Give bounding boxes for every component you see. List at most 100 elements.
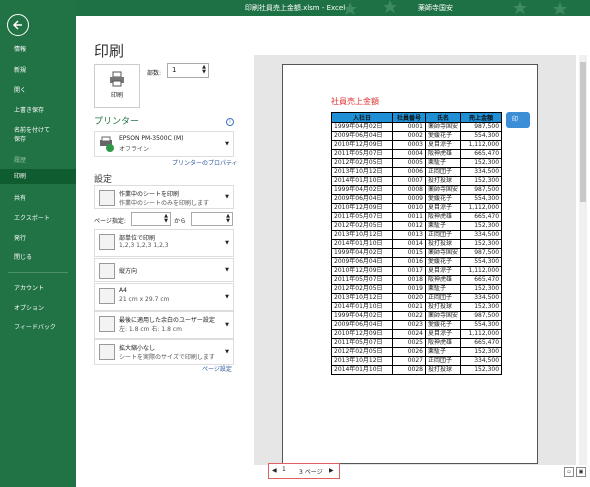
column-header: 社員番号 bbox=[392, 112, 426, 123]
table-cell: 1,112,000 bbox=[460, 329, 503, 339]
table-cell: 152,300 bbox=[460, 347, 503, 357]
menu-options[interactable]: オプション bbox=[0, 304, 76, 313]
page-from-input[interactable]: ▲ ▼ bbox=[131, 212, 171, 226]
printer-properties-link[interactable]: プリンターのプロパティ bbox=[172, 158, 238, 167]
scaling-dropdown[interactable]: 拡大縮小なし シートを実際のサイズで印刷します ▼ bbox=[94, 339, 234, 365]
table-row: 2012年02月05日 0005 栗駈子 152,300 bbox=[331, 158, 503, 168]
back-arrow-icon bbox=[12, 20, 22, 30]
table-cell: 2009年06月04日 bbox=[331, 194, 393, 204]
printer-icon bbox=[110, 71, 124, 87]
table-cell: 554,300 bbox=[460, 131, 503, 141]
menu-open[interactable]: 開く bbox=[0, 86, 76, 95]
printer-dropdown[interactable]: EPSON PM-3500C (M) オフライン ▼ bbox=[94, 131, 234, 157]
table-cell: 0020 bbox=[392, 293, 426, 303]
scrollbar-thumb[interactable] bbox=[580, 62, 586, 202]
page-to-input[interactable]: ▲ ▼ bbox=[191, 212, 233, 226]
table-cell: 0024 bbox=[392, 329, 426, 339]
next-page-icon[interactable]: ▶ bbox=[329, 467, 334, 474]
copies-input[interactable]: 1 ▲ ▼ bbox=[167, 63, 209, 78]
menu-print[interactable]: 印刷 bbox=[0, 169, 76, 184]
table-cell: 投打投球 bbox=[424, 176, 462, 186]
table-cell: 栗駈子 bbox=[424, 284, 462, 294]
menu-close[interactable]: 閉じる bbox=[0, 253, 76, 262]
table-row: 2014年01月10日 0007 投打投球 152,300 bbox=[331, 176, 503, 186]
table-body: 1999年04月02日 0001 薬師寺国安 987,500 2009年06月04日 00… bbox=[331, 122, 503, 375]
table-cell: 0008 bbox=[392, 185, 426, 195]
table-cell: 152,300 bbox=[460, 176, 503, 186]
table-row: 2013年10月12日 0013 正岡団子 334,500 bbox=[331, 230, 503, 240]
copies-value: 1 bbox=[172, 66, 177, 74]
setting-detail: 作業中のシートのみを印刷します bbox=[119, 200, 210, 207]
table-cell: 665,470 bbox=[460, 275, 503, 285]
table-cell: 薬師寺国安 bbox=[424, 311, 462, 321]
user-name[interactable]: 薬師寺国安 bbox=[418, 3, 453, 13]
table-cell: 1,112,000 bbox=[460, 140, 503, 150]
table-cell: 正岡団子 bbox=[424, 293, 462, 303]
page-title: 印刷 bbox=[94, 42, 125, 60]
table-cell: 愛媛花子 bbox=[424, 194, 462, 204]
menu-share[interactable]: 共有 bbox=[0, 194, 76, 203]
table-cell: 2011年05月07日 bbox=[331, 338, 393, 348]
table-cell: 2014年01月10日 bbox=[331, 365, 393, 375]
collate-dropdown[interactable]: 部単位で印刷 1,2,3 1,2,3 1,2,3 ▼ bbox=[94, 229, 234, 257]
previous-page-icon[interactable]: ◀ bbox=[272, 467, 277, 474]
column-header: 売上金額 bbox=[460, 112, 503, 123]
collate-icon bbox=[99, 234, 115, 250]
show-margins-icon[interactable]: ▫ bbox=[564, 467, 574, 477]
table-row: 2010年12月09日 0003 夏目涼子 1,112,000 bbox=[331, 140, 503, 150]
table-cell: 0009 bbox=[392, 194, 426, 204]
table-cell: 665,470 bbox=[460, 149, 503, 159]
menu-publish[interactable]: 発行 bbox=[0, 234, 76, 243]
menu-save[interactable]: 上書き保存 bbox=[0, 106, 76, 115]
table-cell: 薬師寺国安 bbox=[424, 185, 462, 195]
orientation-dropdown[interactable]: 縦方向 ▼ bbox=[94, 258, 234, 282]
table-cell: 2013年10月12日 bbox=[331, 293, 393, 303]
margins-icon bbox=[99, 316, 115, 332]
setting-label: 部単位で印刷 bbox=[119, 235, 156, 242]
table-cell: 2014年01月10日 bbox=[331, 176, 393, 186]
table-cell: 152,300 bbox=[460, 365, 503, 375]
menu-save-as[interactable]: 名前を付けて 保存 bbox=[0, 126, 76, 144]
menu-feedback[interactable]: フィードバック bbox=[0, 323, 76, 332]
setting-detail: 左: 1.8 cm 右: 1.8 cm bbox=[119, 326, 182, 333]
settings-heading: 設定 bbox=[94, 175, 113, 185]
backstage-sidebar: 情報 新規 開く 上書き保存 名前を付けて 保存 履歴 印刷 共有 エクスポート… bbox=[0, 0, 76, 487]
info-icon[interactable]: i bbox=[226, 118, 234, 126]
menu-export[interactable]: エクスポート bbox=[0, 214, 76, 223]
menu-info[interactable]: 情報 bbox=[0, 45, 76, 54]
page-to-spinner-icon[interactable]: ▲ ▼ bbox=[226, 214, 230, 224]
table-cell: 栗駈子 bbox=[424, 158, 462, 168]
table-row: 2010年12月09日 0010 夏目涼子 1,112,000 bbox=[331, 203, 503, 213]
print-button[interactable]: 印刷 bbox=[94, 64, 140, 108]
setting-label: A4 bbox=[119, 287, 127, 294]
table-cell: 2011年05月07日 bbox=[331, 275, 393, 285]
menu-new[interactable]: 新規 bbox=[0, 66, 76, 75]
copies-spinner-icon[interactable]: ▲ ▼ bbox=[202, 65, 206, 75]
column-header: 入社日 bbox=[331, 112, 393, 123]
page-from-spinner-icon[interactable]: ▲ ▼ bbox=[164, 214, 168, 224]
table-cell: 1,112,000 bbox=[460, 203, 503, 213]
table-cell: 投打投球 bbox=[424, 239, 462, 249]
setting-detail: シートを実際のサイズで印刷します bbox=[119, 354, 215, 361]
margins-dropdown[interactable]: 最後に適用した余白のユーザー設定 左: 1.8 cm 右: 1.8 cm ▼ bbox=[94, 311, 234, 339]
menu-divider bbox=[8, 272, 68, 273]
table-row: 2014年01月10日 0014 投打投球 152,300 bbox=[331, 239, 503, 249]
window-title: 印刷社員売上金額.xlsm - Excel bbox=[244, 4, 346, 12]
table-cell: 正岡団子 bbox=[424, 230, 462, 240]
table-cell: 2012年02月05日 bbox=[331, 221, 393, 231]
print-scope-dropdown[interactable]: 作業中のシートを印刷 作業中のシートのみを印刷します ▼ bbox=[94, 185, 234, 209]
zoom-to-page-icon[interactable]: ▣ bbox=[576, 467, 586, 477]
table-cell: 2009年06月04日 bbox=[331, 257, 393, 267]
chevron-down-icon: ▼ bbox=[225, 141, 229, 147]
table-cell: 0022 bbox=[392, 311, 426, 321]
table-row: 2013年10月12日 0020 正岡団子 334,500 bbox=[331, 293, 503, 303]
table-row: 2013年10月12日 0006 正岡団子 334,500 bbox=[331, 167, 503, 177]
table-cell: 0010 bbox=[392, 203, 426, 213]
paper-size-dropdown[interactable]: A4 21 cm x 29.7 cm ▼ bbox=[94, 283, 234, 311]
back-button[interactable] bbox=[7, 14, 29, 36]
table-cell: 愛媛花子 bbox=[424, 257, 462, 267]
current-page-input[interactable]: 1 bbox=[282, 466, 292, 475]
page-setup-link[interactable]: ページ設定 bbox=[202, 364, 232, 373]
menu-account[interactable]: アカウント bbox=[0, 284, 76, 293]
table-row: 1999年04月02日 0008 薬師寺国安 987,500 bbox=[331, 185, 503, 195]
